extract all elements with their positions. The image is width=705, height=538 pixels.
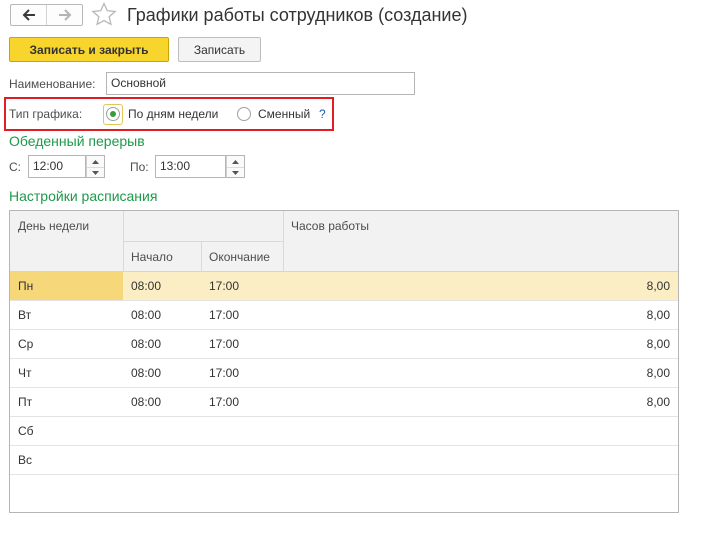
cell-hours: 8,00 (646, 366, 670, 380)
cell-start: 08:00 (131, 366, 162, 380)
table-row[interactable]: Пн 08:00 17:00 8,00 (10, 272, 678, 301)
cell-day: Вс (18, 453, 33, 467)
cell-end: 17:00 (209, 308, 240, 322)
cell-start: 08:00 (131, 337, 162, 351)
cell-day: Пт (18, 395, 33, 409)
table-header: День недели Начало Окончание Часов работ… (10, 211, 678, 272)
cell-hours: 8,00 (646, 337, 670, 351)
cell-start: 08:00 (131, 395, 162, 409)
table-row[interactable]: Ср 08:00 17:00 8,00 (10, 330, 678, 359)
table-row[interactable]: Вт 08:00 17:00 8,00 (10, 301, 678, 330)
back-button[interactable] (11, 5, 46, 25)
cell-end (201, 417, 283, 445)
name-label: Наименование: (9, 77, 96, 91)
schedule-table: День недели Начало Окончание Часов работ… (9, 210, 679, 513)
table-row[interactable]: Чт 08:00 17:00 8,00 (10, 359, 678, 388)
cell-day: Ср (18, 337, 34, 351)
navigation-buttons (10, 4, 83, 26)
to-time-stepper[interactable] (226, 155, 245, 178)
arrow-left-icon (22, 9, 35, 21)
column-end[interactable]: Окончание (209, 250, 270, 264)
radio-by-weekdays[interactable] (106, 107, 120, 121)
arrow-right-icon (58, 9, 71, 21)
chevron-down-icon (232, 171, 239, 175)
star-icon[interactable] (91, 2, 117, 26)
schedule-type-label: Тип графика: (9, 107, 83, 121)
table-row[interactable]: Вс (10, 446, 678, 475)
cell-day: Сб (18, 424, 34, 438)
cell-end (201, 446, 283, 474)
to-time-input[interactable]: 13:00 (155, 155, 226, 178)
cell-hours: 8,00 (646, 279, 670, 293)
chevron-down-icon (92, 171, 99, 175)
cell-start: 08:00 (131, 308, 162, 322)
cell-start: 08:00 (131, 279, 162, 293)
from-label: С: (9, 160, 21, 174)
schedule-settings-title: Настройки расписания (9, 188, 158, 204)
cell-hours: 8,00 (646, 395, 670, 409)
cell-start (123, 417, 201, 445)
radio-by-weekdays-label[interactable]: По дням недели (128, 107, 218, 121)
radio-shift[interactable] (237, 107, 251, 121)
cell-start (123, 446, 201, 474)
chevron-up-icon (232, 159, 239, 164)
radio-shift-label[interactable]: Сменный (258, 107, 310, 121)
column-hours[interactable]: Часов работы (291, 219, 369, 233)
from-time-input[interactable]: 12:00 (28, 155, 86, 178)
cell-end: 17:00 (209, 337, 240, 351)
save-and-close-button[interactable]: Записать и закрыть (9, 37, 169, 62)
column-start[interactable]: Начало (131, 250, 173, 264)
cell-day: Пн (10, 272, 123, 300)
cell-end: 17:00 (209, 395, 240, 409)
column-day[interactable]: День недели (18, 219, 89, 233)
from-time-stepper[interactable] (86, 155, 105, 178)
table-row[interactable]: Сб (10, 417, 678, 446)
cell-end: 17:00 (209, 279, 240, 293)
cell-hours (283, 446, 678, 474)
save-button[interactable]: Записать (178, 37, 261, 62)
forward-button[interactable] (46, 5, 82, 25)
help-button[interactable]: ? (319, 107, 326, 121)
cell-end: 17:00 (209, 366, 240, 380)
chevron-up-icon (92, 159, 99, 164)
page-title: Графики работы сотрудников (создание) (127, 5, 468, 25)
lunch-break-title: Обеденный перерыв (9, 133, 145, 149)
cell-day: Чт (18, 366, 32, 380)
to-label: По: (130, 160, 149, 174)
table-row[interactable]: Пт 08:00 17:00 8,00 (10, 388, 678, 417)
cell-day: Вт (18, 308, 32, 322)
cell-hours: 8,00 (646, 308, 670, 322)
name-input[interactable]: Основной (106, 72, 415, 95)
cell-hours (283, 417, 678, 445)
